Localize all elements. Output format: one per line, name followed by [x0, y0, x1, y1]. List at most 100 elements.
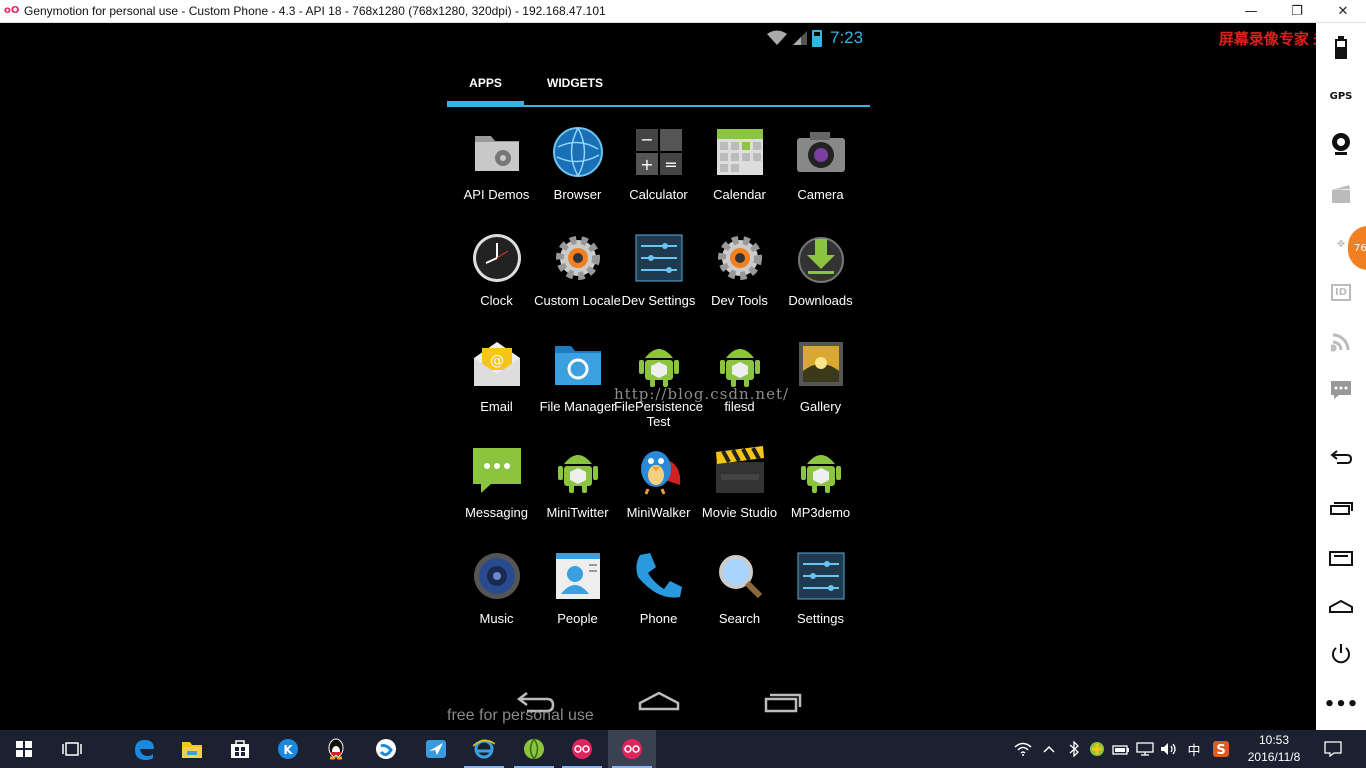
nav-home-button[interactable] — [638, 687, 680, 717]
sms-icon[interactable] — [1328, 377, 1354, 403]
store-icon[interactable] — [216, 730, 264, 768]
picture-icon — [796, 339, 846, 389]
status-clock: 7:23 — [830, 28, 864, 47]
bird-app-icon[interactable] — [412, 730, 460, 768]
tab-indicator — [447, 101, 524, 106]
chevron-up-icon[interactable] — [1038, 730, 1060, 768]
app-mp3demo[interactable]: MP3demo — [780, 445, 861, 545]
app-drawer-tabs: APPS WIDGETS — [447, 63, 870, 107]
app-browser[interactable]: Browser — [537, 127, 618, 227]
sidebar-home-button[interactable] — [1328, 593, 1354, 619]
svg-text:=: = — [664, 155, 677, 174]
speaker-icon — [472, 551, 522, 601]
gps-widget[interactable]: GPS — [1328, 83, 1354, 109]
calculator-icon: − + = — [634, 127, 684, 177]
android-icon — [553, 445, 603, 495]
gear-icon — [715, 233, 765, 283]
file-explorer-icon[interactable] — [168, 730, 216, 768]
start-button[interactable] — [0, 730, 48, 768]
app-custom-locale[interactable]: Custom Locale — [534, 233, 621, 333]
personal-use-watermark: free for personal use — [447, 707, 594, 724]
genymotion-taskbar-icon[interactable] — [558, 730, 606, 768]
app-dev-tools[interactable]: Dev Tools — [699, 233, 780, 333]
battery-icon — [812, 29, 822, 47]
app-music[interactable]: Music — [456, 551, 537, 651]
app-clock[interactable]: Clock — [456, 233, 537, 333]
taskbar-date: 2016/11/8 — [1247, 750, 1301, 764]
battery-widget-icon[interactable] — [1328, 35, 1354, 61]
app-gallery[interactable]: Gallery — [780, 339, 861, 439]
tab-widgets[interactable]: WIDGETS — [534, 63, 616, 103]
sidebar-more-button[interactable]: ••• — [1324, 691, 1359, 717]
security-shield-icon[interactable] — [1086, 730, 1108, 768]
svg-text:K: K — [283, 743, 293, 757]
edge-browser-icon[interactable] — [120, 730, 168, 768]
sidebar-back-button[interactable] — [1328, 445, 1354, 471]
melon-app-icon[interactable] — [510, 730, 558, 768]
folder-gear-icon — [472, 127, 522, 177]
notification-center-icon[interactable] — [1318, 730, 1348, 768]
webcam-icon[interactable] — [1328, 131, 1354, 157]
tab-apps[interactable]: APPS — [447, 63, 524, 103]
app-file-manager[interactable]: File Manager — [537, 339, 618, 439]
window-title-bar: oO Genymotion for personal use - Custom … — [0, 0, 1366, 23]
ime-language-indicator[interactable]: 中 — [1182, 730, 1206, 768]
android-screen[interactable]: 7:23 屏幕录像专家 未注册 APPS WIDGETS API Demos B… — [0, 23, 1358, 730]
app-search[interactable]: Search — [699, 551, 780, 651]
android-icon — [715, 339, 765, 389]
window-title: Genymotion for personal use - Custom Pho… — [24, 4, 606, 18]
device-id-widget[interactable]: ID — [1328, 279, 1354, 305]
sidebar-menu-button[interactable] — [1328, 545, 1354, 571]
sidebar-recent-apps-button[interactable] — [1328, 495, 1354, 521]
magnifier-icon — [715, 551, 765, 601]
app-api-demos[interactable]: API Demos — [456, 127, 537, 227]
app-camera[interactable]: Camera — [780, 127, 861, 227]
app-movie-studio[interactable]: Movie Studio — [699, 445, 780, 545]
app-people[interactable]: People — [537, 551, 618, 651]
gps-label: GPS — [1329, 90, 1353, 102]
qq-penguin-icon[interactable] — [312, 730, 360, 768]
taskbar-clock[interactable]: 10:53 2016/11/8 — [1244, 732, 1304, 766]
sogou-ime-icon[interactable]: S — [1210, 730, 1232, 768]
app-calendar[interactable]: Calendar — [699, 127, 780, 227]
app-minitwitter[interactable]: MiniTwitter — [537, 445, 618, 545]
app-dev-settings[interactable]: Dev Settings — [618, 233, 699, 333]
ie-browser-icon[interactable] — [460, 730, 508, 768]
network-tray-icon[interactable] — [1134, 730, 1156, 768]
network-icon[interactable] — [1328, 329, 1354, 355]
close-button[interactable]: ✕ — [1320, 0, 1366, 23]
svg-text:−: − — [640, 130, 653, 149]
volume-icon[interactable] — [1158, 730, 1180, 768]
contact-card-icon — [553, 551, 603, 601]
sogou-browser-icon[interactable] — [362, 730, 410, 768]
phone-icon — [634, 551, 684, 601]
download-icon — [796, 233, 846, 283]
app-phone[interactable]: Phone — [618, 551, 699, 651]
app-calculator[interactable]: − + = Calculator — [618, 127, 699, 227]
app-email[interactable]: @ Email — [456, 339, 537, 439]
genymotion-icon: oO — [4, 5, 20, 16]
app-downloads[interactable]: Downloads — [780, 233, 861, 333]
genymotion-player-taskbar-icon[interactable] — [608, 730, 656, 768]
screencast-icon[interactable] — [1328, 181, 1354, 207]
kugou-icon[interactable]: K — [264, 730, 312, 768]
minimize-button[interactable]: — — [1228, 0, 1274, 23]
globe-icon — [552, 127, 603, 177]
task-view-icon[interactable] — [48, 730, 96, 768]
app-messaging[interactable]: Messaging — [456, 445, 537, 545]
bluetooth-icon[interactable] — [1064, 730, 1084, 768]
maximize-button[interactable]: ❐ — [1274, 0, 1320, 23]
sliders-icon — [796, 551, 846, 601]
bird-icon — [634, 445, 684, 495]
wifi-tray-icon[interactable] — [1012, 730, 1034, 768]
app-miniwalker[interactable]: MiniWalker — [618, 445, 699, 545]
android-icon — [796, 445, 846, 495]
calendar-icon — [715, 127, 765, 177]
clapper-icon — [715, 445, 765, 495]
taskbar-time: 10:53 — [1258, 733, 1290, 747]
sidebar-power-button[interactable] — [1328, 641, 1354, 667]
sliders-icon — [634, 233, 684, 283]
battery-tray-icon[interactable] — [1110, 730, 1132, 768]
nav-recent-apps-button[interactable] — [762, 687, 804, 717]
app-settings[interactable]: Settings — [780, 551, 861, 651]
